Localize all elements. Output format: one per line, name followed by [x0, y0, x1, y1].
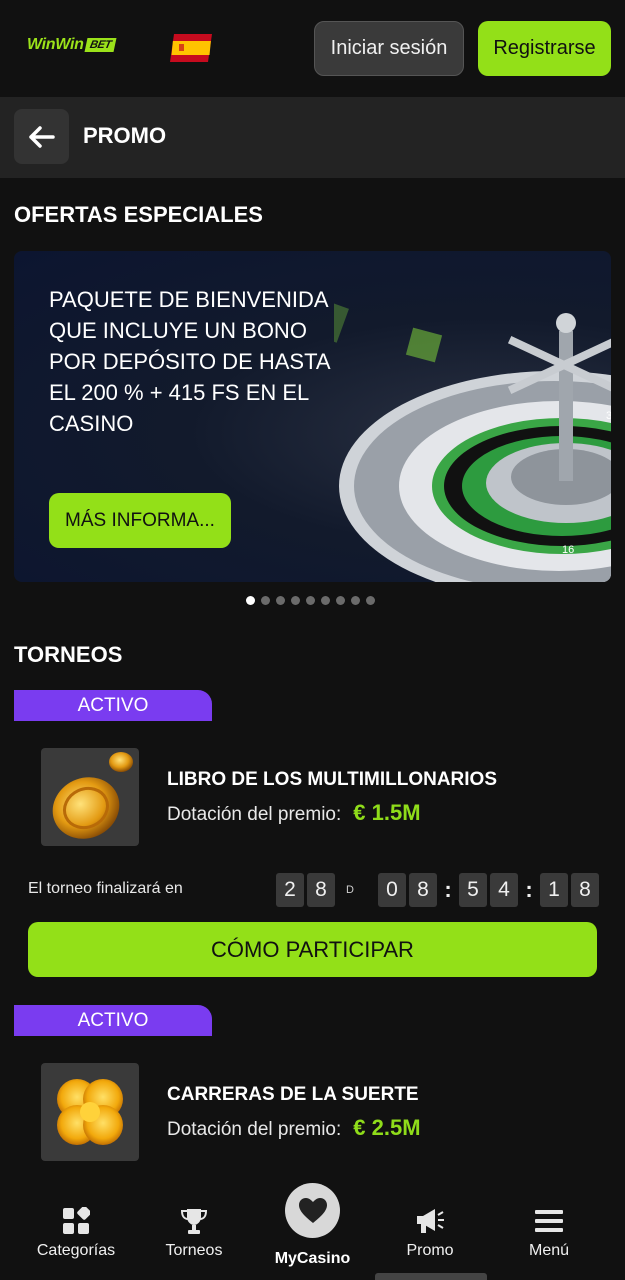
- tournament-1-name[interactable]: LIBRO DE LOS MULTIMILLONARIOS: [167, 769, 497, 791]
- tournaments-heading: TORNEOS: [14, 642, 123, 667]
- tournament-2-name[interactable]: CARRERAS DE LA SUERTE: [167, 1084, 419, 1106]
- tournament-1-image[interactable]: [41, 748, 139, 846]
- carousel-dot[interactable]: [321, 596, 330, 605]
- timer-digit: 4: [490, 873, 518, 907]
- tournament-1-prize: Dotación del premio: € 1.5M: [167, 800, 421, 826]
- bottom-navigation: Categorías Torneos MyCasino Promo Menú: [0, 1183, 625, 1280]
- timer-digit: 8: [409, 873, 437, 907]
- special-offers-heading: OFERTAS ESPECIALES: [14, 202, 263, 227]
- gold-coin-icon: [52, 752, 133, 839]
- register-button[interactable]: Registrarse: [478, 21, 611, 76]
- countdown-timer: 2 8 D 0 8 : 5 4 : 1 8: [276, 873, 602, 907]
- timer-label: El torneo finalizará en: [28, 880, 183, 897]
- nav-label: Promo: [406, 1242, 454, 1259]
- page-subheader: PROMO: [0, 97, 625, 178]
- nav-mycasino[interactable]: [285, 1183, 340, 1238]
- winwinbet-logo[interactable]: Win Win BET: [27, 36, 117, 54]
- timer-digit: 8: [571, 873, 599, 907]
- timer-digit: 8: [307, 873, 335, 907]
- carousel-dots: [246, 596, 375, 605]
- nav-label: Categorías: [36, 1242, 116, 1259]
- logo-text-win2: Win: [55, 36, 84, 53]
- page-title: PROMO: [83, 123, 167, 148]
- timer-digit: 0: [378, 873, 406, 907]
- nav-tournaments[interactable]: Torneos: [134, 1190, 254, 1280]
- nav-promo[interactable]: Promo: [370, 1190, 490, 1280]
- timer-digit: 1: [540, 873, 568, 907]
- carousel-dot[interactable]: [261, 596, 270, 605]
- timer-digit: 2: [276, 873, 304, 907]
- timer-separator: :: [525, 877, 533, 902]
- carousel-dot[interactable]: [336, 596, 345, 605]
- carousel-dot[interactable]: [276, 596, 285, 605]
- home-indicator: [375, 1273, 487, 1280]
- megaphone-icon: [413, 1206, 447, 1236]
- svg-text:16: 16: [562, 544, 574, 556]
- carousel-dot[interactable]: [351, 596, 360, 605]
- nav-label: Torneos: [165, 1242, 223, 1259]
- more-info-button[interactable]: MÁS INFORMA...: [49, 493, 231, 548]
- carousel-dot[interactable]: [291, 596, 300, 605]
- nav-label: Menú: [528, 1242, 570, 1259]
- nav-categories[interactable]: Categorías: [16, 1190, 136, 1280]
- svg-text:30: 30: [606, 410, 611, 422]
- prize-label: Dotación del premio:: [167, 804, 342, 825]
- prize-label: Dotación del premio:: [167, 1119, 342, 1140]
- clover-icon: [57, 1079, 123, 1145]
- arrow-left-icon: [28, 125, 55, 148]
- prize-value: € 2.5M: [353, 1115, 421, 1140]
- prize-value: € 1.5M: [353, 800, 421, 825]
- carousel-dot[interactable]: [366, 596, 375, 605]
- login-button[interactable]: Iniciar sesión: [314, 21, 464, 76]
- heart-icon: [298, 1197, 327, 1223]
- status-badge: ACTIVO: [14, 690, 212, 721]
- back-button[interactable]: [14, 109, 69, 164]
- categories-icon: [59, 1206, 93, 1236]
- timer-separator: :: [444, 877, 452, 902]
- carousel-dot[interactable]: [306, 596, 315, 605]
- timer-digit: 5: [459, 873, 487, 907]
- carousel-dot[interactable]: [246, 596, 255, 605]
- nav-menu[interactable]: Menú: [489, 1190, 609, 1280]
- trophy-icon: [177, 1206, 211, 1236]
- top-header: Win Win BET Iniciar sesión Registrarse: [0, 0, 625, 97]
- hamburger-icon: [532, 1206, 566, 1236]
- logo-text-win: Win: [27, 36, 56, 53]
- tournament-2-prize: Dotación del premio: € 2.5M: [167, 1115, 421, 1141]
- how-to-participate-button[interactable]: CÓMO PARTICIPAR: [28, 922, 597, 977]
- spain-flag-icon[interactable]: [170, 34, 212, 62]
- timer-days-unit: D: [346, 884, 354, 896]
- status-badge: ACTIVO: [14, 1005, 212, 1036]
- nav-label[interactable]: MyCasino: [255, 1250, 370, 1268]
- logo-text-bet: BET: [84, 38, 117, 52]
- promo-banner[interactable]: 30 16 PAQUETE DE BIENVENIDA QUE INCLUYE …: [14, 251, 611, 582]
- banner-text: PAQUETE DE BIENVENIDA QUE INCLUYE UN BON…: [49, 287, 330, 436]
- tournament-2-image[interactable]: [41, 1063, 139, 1161]
- roulette-wheel-image: 30 16: [334, 295, 611, 582]
